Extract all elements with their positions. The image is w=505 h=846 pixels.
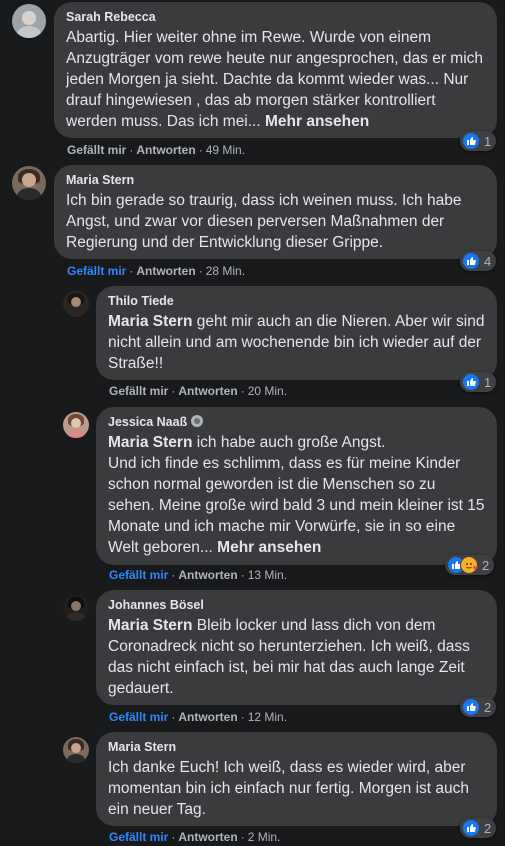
comment-timestamp[interactable]: 13 Min.	[248, 568, 287, 582]
reply-bubble: Johannes Bösel Maria Stern Bleib locker …	[96, 590, 497, 705]
comment-actions: Gefällt mir · Antworten · 13 Min.	[109, 568, 288, 582]
comment-actions: Gefällt mir · Antworten · 49 Min.	[67, 143, 246, 157]
like-button[interactable]: Gefällt mir	[109, 830, 168, 844]
reaction-count: 1	[484, 374, 492, 390]
reply-button[interactable]: Antworten	[178, 568, 237, 582]
reaction-summary[interactable]: 4	[460, 251, 497, 271]
like-reaction-icon	[462, 252, 480, 270]
comment-author[interactable]: Maria Stern	[108, 739, 485, 756]
reply-button[interactable]: Antworten	[136, 264, 195, 278]
like-button[interactable]: Gefällt mir	[67, 143, 126, 157]
like-button[interactable]: Gefällt mir	[109, 384, 168, 398]
comment-author[interactable]: Johannes Bösel	[108, 597, 485, 614]
reaction-count: 2	[482, 557, 490, 573]
comment-text: Maria Stern geht mir auch an die Nieren.…	[108, 313, 485, 372]
comment-timestamp[interactable]: 28 Min.	[206, 264, 245, 278]
avatar[interactable]	[63, 291, 89, 317]
comment-author: Jessica Naaß	[108, 414, 485, 431]
like-button[interactable]: Gefällt mir	[109, 568, 168, 582]
reply-bubble: Jessica Naaß Maria Stern ich habe auch g…	[96, 407, 497, 565]
reaction-count: 1	[484, 133, 492, 149]
comment-text: Ich danke Euch! Ich weiß, dass es wieder…	[108, 759, 469, 818]
comment-bubble: Maria Stern Ich bin gerade so traurig, d…	[54, 165, 497, 259]
see-more-link[interactable]: Mehr ansehen	[265, 113, 369, 130]
reaction-summary[interactable]: ♥ 2	[445, 555, 495, 575]
like-button[interactable]: Gefällt mir	[109, 710, 168, 724]
avatar[interactable]	[63, 737, 89, 763]
like-reaction-icon	[462, 698, 480, 716]
reply-button[interactable]: Antworten	[178, 830, 237, 844]
mention-link[interactable]: Maria Stern	[108, 617, 192, 634]
comment-timestamp[interactable]: 49 Min.	[206, 143, 245, 157]
comment-text: Maria Stern Bleib locker und lass dich v…	[108, 617, 470, 697]
comment-actions: Gefällt mir · Antworten · 20 Min.	[109, 384, 288, 398]
like-button[interactable]: Gefällt mir	[67, 264, 126, 278]
mention-link[interactable]: Maria Stern	[108, 313, 192, 330]
mention-link[interactable]: Maria Stern	[108, 434, 192, 451]
reply-button[interactable]: Antworten	[178, 384, 237, 398]
reply-bubble: Thilo Tiede Maria Stern geht mir auch an…	[96, 286, 497, 380]
care-reaction-icon: ♥	[460, 556, 478, 574]
comment-timestamp[interactable]: 20 Min.	[248, 384, 287, 398]
comment-timestamp[interactable]: 2 Min.	[248, 830, 281, 844]
comment-text: Abartig. Hier weiter ohne im Rewe. Wurde…	[66, 29, 484, 130]
reaction-count: 2	[484, 699, 492, 715]
comment-bubble: Sarah Rebecca Abartig. Hier weiter ohne …	[54, 2, 497, 138]
see-more-link[interactable]: Mehr ansehen	[217, 539, 321, 556]
reaction-summary[interactable]: 2	[460, 697, 497, 717]
avatar[interactable]	[12, 166, 46, 200]
like-reaction-icon	[462, 132, 480, 150]
like-reaction-icon	[462, 373, 480, 391]
comment-timestamp[interactable]: 12 Min.	[248, 710, 287, 724]
like-reaction-icon	[462, 819, 480, 837]
comment-author[interactable]: Thilo Tiede	[108, 293, 485, 310]
comment-author[interactable]: Sarah Rebecca	[66, 9, 485, 26]
reaction-summary[interactable]: 1	[460, 372, 497, 392]
reply-bubble: Maria Stern Ich danke Euch! Ich weiß, da…	[96, 732, 497, 826]
reaction-summary[interactable]: 2	[460, 818, 497, 838]
comment-text: Ich bin gerade so traurig, dass ich wein…	[66, 192, 462, 251]
reaction-count: 2	[484, 820, 492, 836]
avatar[interactable]	[63, 595, 89, 621]
reaction-count: 4	[484, 253, 492, 269]
top-fan-badge-icon	[191, 415, 204, 427]
comment-author[interactable]: Maria Stern	[66, 172, 485, 189]
comment-text: Maria Stern ich habe auch große Angst. Un…	[108, 434, 485, 556]
reply-button[interactable]: Antworten	[178, 710, 237, 724]
comment-actions: Gefällt mir · Antworten · 2 Min.	[109, 830, 281, 844]
avatar[interactable]	[12, 4, 46, 38]
comment-actions: Gefällt mir · Antworten · 28 Min.	[67, 264, 246, 278]
reply-button[interactable]: Antworten	[136, 143, 195, 157]
avatar[interactable]	[63, 412, 89, 438]
reaction-summary[interactable]: 1	[460, 131, 497, 151]
comment-actions: Gefällt mir · Antworten · 12 Min.	[109, 710, 288, 724]
